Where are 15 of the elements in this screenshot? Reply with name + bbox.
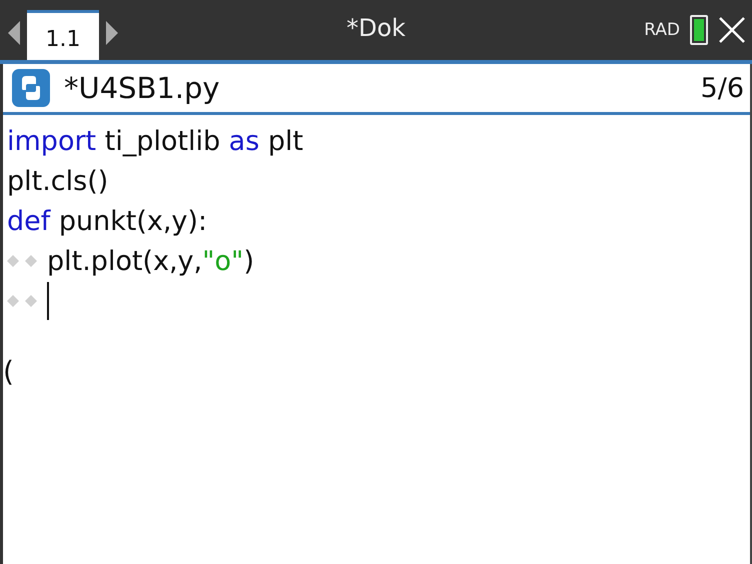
next-page-arrow-icon[interactable] [105, 20, 119, 46]
edge-mark: ( [3, 355, 14, 388]
python-icon [12, 69, 50, 107]
code-line: plt.plot(x,y,"o") [47, 246, 254, 276]
document-title: *Dok [345, 14, 407, 42]
previous-page-arrow-icon[interactable] [7, 20, 21, 46]
page-counter: 5/6 [700, 72, 744, 104]
battery-icon [690, 15, 708, 45]
code-line: plt.cls() [7, 166, 108, 196]
code-line: def punkt(x,y): [7, 206, 208, 236]
close-icon[interactable] [718, 16, 746, 44]
angle-mode-label: RAD [644, 20, 680, 40]
page-tab[interactable]: 1.1 [27, 10, 99, 60]
code-line: import ti_plotlib as plt [7, 126, 304, 156]
file-name: *U4SB1.py [64, 71, 221, 105]
